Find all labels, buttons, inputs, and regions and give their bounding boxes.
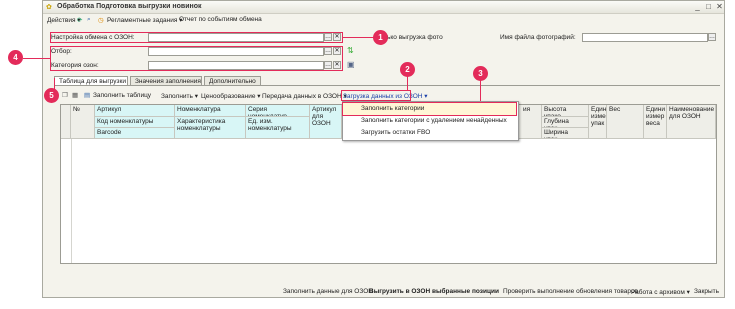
callout-3: 3 <box>473 66 488 81</box>
fill-ozon-data-button[interactable]: Заполнить данные для ОЗОН <box>283 288 373 295</box>
callout-3-line <box>480 78 481 101</box>
callout-5: 5 <box>44 88 59 103</box>
close-button[interactable]: Закрыть <box>694 288 719 295</box>
exchange-settings-highlight <box>50 32 343 43</box>
check-updates-button[interactable]: Проверить выполнение обновления товаров <box>503 288 638 295</box>
callout-1: 1 <box>373 30 388 45</box>
footer-bar: Заполнить данные для ОЗОН Выгрузить в ОЗ… <box>0 0 735 300</box>
callout-4: 4 <box>8 50 23 65</box>
filter-category-highlight <box>50 46 343 71</box>
archive-menu[interactable]: Работа с архивом ▾ <box>631 288 690 296</box>
callout-4-line <box>23 58 50 59</box>
callout-2: 2 <box>400 62 415 77</box>
callout-2-line <box>407 76 408 90</box>
upload-selected-button[interactable]: Выгрузить в ОЗОН выбранные позиции <box>369 288 499 295</box>
